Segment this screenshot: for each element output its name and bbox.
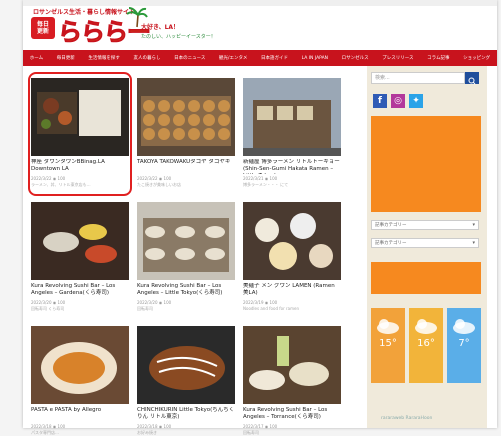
post-thumbnail[interactable]: [243, 326, 341, 404]
post-meta: 2022/3/19 ◉ 100: [243, 300, 278, 305]
post-thumbnail[interactable]: [137, 326, 235, 404]
post-meta: 2022/3/20 ◉ 100: [31, 300, 66, 305]
sidebar: 検索... f ◎ ✦ 記事カテゴリー ▾ 記事カテゴリー ▾ 15° 16° 7° r…: [367, 66, 487, 428]
post-excerpt: 回転寿司: [137, 306, 153, 311]
post-title[interactable]: Kura Revolving Sushi Bar – Los Angeles –…: [31, 283, 129, 298]
twitter-icon[interactable]: ✦: [409, 94, 423, 108]
select-1-value: 記事カテゴリー: [375, 223, 407, 228]
nav-item[interactable]: 日本のニュース: [174, 55, 205, 61]
instagram-icon[interactable]: ◎: [391, 94, 405, 108]
post-thumbnail[interactable]: [243, 202, 341, 280]
post-excerpt: 回転寿司: [243, 430, 259, 435]
weather-card[interactable]: 15°: [371, 308, 405, 383]
post-meta: 2022/3/21 ◉ 100: [243, 176, 278, 181]
post-excerpt: 回転寿司 くら寿司: [31, 306, 65, 311]
post-title[interactable]: Kura Revolving Sushi Bar – Los Angeles –…: [137, 283, 235, 298]
weather-temp: 16°: [417, 338, 435, 349]
weather-card[interactable]: 7°: [447, 308, 481, 383]
post-meta: 2022/3/17 ◉ 100: [243, 424, 278, 429]
cloud-icon: [453, 319, 475, 334]
post-card[interactable]: Kura Revolving Sushi Bar – Los Angeles –…: [243, 326, 341, 436]
chevron-down-icon: ▾: [472, 240, 475, 246]
post-excerpt: お好み焼き: [137, 430, 157, 435]
nav-item[interactable]: コラム記事: [427, 55, 449, 61]
post-thumbnail[interactable]: [31, 202, 129, 280]
post-thumbnail[interactable]: [31, 326, 129, 404]
badge-line-2: 更新: [36, 28, 49, 35]
post-title[interactable]: TAKOYA TAKOWAKUタコヤ タコヤキ: [137, 159, 235, 174]
category-select-1[interactable]: 記事カテゴリー ▾: [371, 220, 479, 230]
post-title[interactable]: PASTA e PASTA by Allegro: [31, 407, 129, 422]
web-page: ロサンゼルス生活・暮らし情報サイト 毎日 更新 らららー 大好き、LA！ たのし…: [23, 0, 497, 435]
ad-banner-small[interactable]: [371, 262, 481, 294]
facebook-icon[interactable]: f: [373, 94, 387, 108]
nav-item[interactable]: ホーム: [30, 55, 43, 61]
cloud-icon: [377, 319, 399, 334]
post-card[interactable]: PASTA e PASTA by Allegro 2022/3/18 ◉ 100 パ…: [31, 326, 129, 436]
post-title[interactable]: 新麺屋 博多ラーメン リトルトーキョー(Shin-Sen-Gumi Hakata…: [243, 159, 341, 174]
post-card[interactable]: Kura Revolving Sushi Bar – Los Angeles –…: [31, 202, 129, 312]
main-nav: ホーム 毎日更新 生活情報を探す 友人の暮らし 日本のニュース 観光/エンタメ 日本語ガイド…: [23, 50, 497, 66]
badge-line-1: 毎日: [36, 21, 49, 28]
post-title[interactable]: 神座 ダウンタウンBBinag.LA Downtown LA: [31, 159, 129, 174]
post-meta: 2022/3/18 ◉ 100: [31, 424, 66, 429]
sidebar-footer-text: rararaweb RararaHoon: [381, 416, 433, 421]
chevron-down-icon: ▾: [472, 222, 475, 228]
post-card[interactable]: 美麺子 メン グウン LAMEN (Ramen 美LA) 2022/3/19 ◉ …: [243, 202, 341, 311]
cloud-icon: [415, 319, 437, 334]
post-title[interactable]: Kura Revolving Sushi Bar – Los Angeles –…: [243, 407, 341, 422]
select-2-value: 記事カテゴリー: [375, 241, 407, 246]
post-card[interactable]: TAKOYA TAKOWAKUタコヤ タコヤキ 2022/3/22 ◉ 100 たこ…: [137, 78, 235, 188]
weather-card[interactable]: 16°: [409, 308, 443, 383]
post-card[interactable]: Kura Revolving Sushi Bar – Los Angeles –…: [137, 202, 235, 312]
nav-item[interactable]: 日本語ガイド: [261, 55, 288, 61]
nav-item[interactable]: 生活情報を探す: [88, 55, 120, 61]
nav-item[interactable]: 観光/エンタメ: [219, 55, 247, 61]
post-excerpt: たこ焼きが美味しいお店: [137, 182, 181, 187]
post-excerpt: ラーメン、丼、リトル東京店も…: [31, 182, 91, 187]
daily-update-badge[interactable]: 毎日 更新: [31, 17, 55, 39]
post-meta: 2022/3/22 ◉ 100: [137, 176, 172, 181]
post-title[interactable]: CHINCHIKURIN Little Tokyo(ちんちくりん リトル東京): [137, 407, 235, 422]
search-button[interactable]: [465, 72, 479, 85]
post-excerpt: Noodles and food for ramen: [243, 306, 300, 311]
post-meta: 2022/3/20 ◉ 100: [137, 300, 172, 305]
nav-item[interactable]: ロサンゼルス: [342, 55, 369, 61]
post-card[interactable]: 新麺屋 博多ラーメン リトルトーキョー(Shin-Sen-Gumi Hakata…: [243, 78, 341, 188]
post-meta: 2022/3/18 ◉ 100: [137, 424, 172, 429]
post-thumbnail[interactable]: [243, 78, 341, 156]
search-icon: [468, 77, 476, 85]
nav-item[interactable]: プレスリリース: [382, 55, 413, 61]
category-select-2[interactable]: 記事カテゴリー ▾: [371, 238, 479, 248]
nav-item[interactable]: ショッピング: [463, 55, 490, 61]
post-meta: 2022/3/22 ◉ 100: [31, 176, 66, 181]
nav-item[interactable]: LA IN JAPAN: [302, 56, 328, 61]
nav-item[interactable]: 毎日更新: [57, 55, 75, 61]
weather-temp: 7°: [458, 338, 470, 349]
logo-subtitle: 大好き、LA！: [141, 24, 180, 31]
post-thumbnail[interactable]: [137, 202, 235, 280]
weather-temp: 15°: [379, 338, 397, 349]
post-title[interactable]: 美麺子 メン グウン LAMEN (Ramen 美LA): [243, 283, 341, 298]
search-input[interactable]: 検索...: [371, 72, 465, 84]
post-thumbnail[interactable]: [31, 78, 129, 156]
logo-subtitle-2: たのしい、ハッピーイースター！: [141, 34, 216, 40]
nav-item[interactable]: 友人の暮らし: [134, 55, 161, 61]
post-excerpt: 博多ラーメン・・・ にて: [243, 182, 289, 187]
post-excerpt: パスタ専門店…: [31, 430, 59, 435]
ad-banner[interactable]: [371, 116, 481, 212]
post-card[interactable]: CHINCHIKURIN Little Tokyo(ちんちくりん リトル東京) 2…: [137, 326, 235, 436]
post-thumbnail[interactable]: [137, 78, 235, 156]
top-strip: [23, 0, 497, 6]
post-card[interactable]: 神座 ダウンタウンBBinag.LA Downtown LA 2022/3/22 …: [31, 78, 129, 188]
